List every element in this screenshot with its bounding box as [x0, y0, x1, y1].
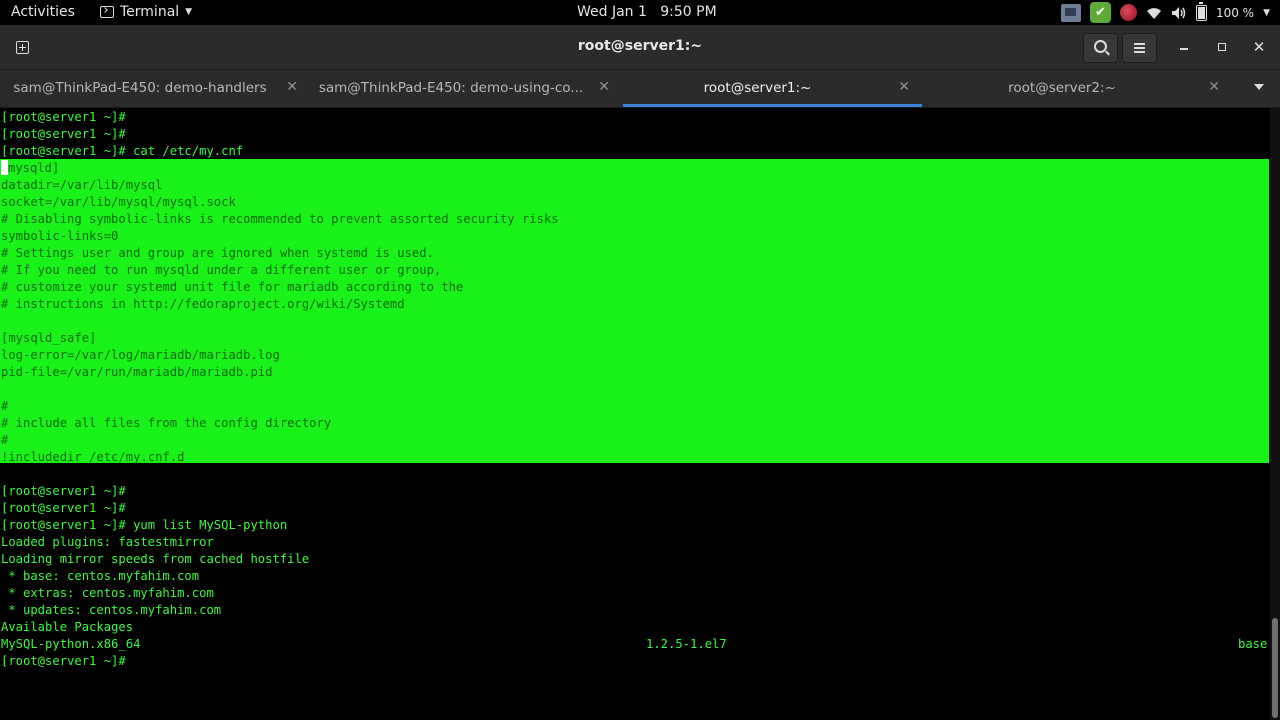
terminal-line: !includedir /etc/my.cnf.d [1, 450, 185, 464]
terminal-line: [root@server1 ~]# [1, 654, 126, 668]
terminal-line: [root@server1 ~]# [1, 110, 126, 124]
terminal-line: [mysqld_safe] [1, 331, 97, 345]
terminal-line: # If you need to run mysqld under a diff… [1, 263, 442, 277]
terminal-app-icon [100, 6, 114, 18]
terminal-line: symbolic-links=0 [1, 229, 119, 243]
package-version: 1.2.5-1.el7 [646, 637, 727, 651]
terminal-line: mysqld] [1, 160, 59, 177]
terminal-line: [root@server1 ~]# [1, 484, 126, 498]
text-cursor [1, 160, 8, 175]
tab-list-dropdown-icon[interactable] [1254, 84, 1264, 90]
terminal-line: datadir=/var/lib/mysql [1, 178, 163, 192]
terminal-line: [root@server1 ~]# [1, 127, 126, 141]
tab-root-server1[interactable]: root@server1:~ ✕ [623, 70, 922, 107]
app-menu-label: Terminal [120, 4, 180, 20]
terminal-line: Available Packages [1, 620, 134, 634]
terminal-line: MySQL-python.x86_64 [1, 636, 140, 653]
app-tray-icon[interactable] [1060, 3, 1081, 22]
terminal-line: [root@server1 ~]# cat /etc/my.cnf [1, 144, 244, 158]
close-icon[interactable]: ✕ [898, 79, 910, 95]
tab-bar: sam@ThinkPad-E450: demo-handlers ✕ sam@T… [0, 70, 1280, 108]
hamburger-icon [1134, 43, 1145, 53]
caret-down-icon: ▼ [185, 7, 193, 17]
tab-root-server2[interactable]: root@server2:~ ✕ [922, 70, 1232, 107]
gnome-top-bar: Activities Terminal ▼ Wed Jan 1 9:50 PM … [0, 0, 1280, 25]
close-icon[interactable]: ✕ [598, 79, 610, 95]
terminal-line: # Disabling symbolic-links is recommende… [1, 212, 559, 226]
close-icon[interactable]: ✕ [1208, 79, 1220, 95]
terminal-line: [root@server1 ~]# yum list MySQL-python [1, 518, 288, 532]
terminal-line: Loaded plugins: fastestmirror [1, 535, 214, 549]
maximize-button[interactable] [1211, 37, 1231, 57]
search-icon [1094, 40, 1107, 53]
hamburger-menu-button[interactable] [1122, 33, 1157, 63]
terminal-line: [root@server1 ~]# [1, 501, 126, 515]
volume-icon[interactable] [1171, 6, 1187, 20]
tab-label: root@server2:~ [1008, 80, 1116, 96]
tab-label: root@server1:~ [703, 80, 812, 96]
wifi-icon[interactable] [1146, 6, 1162, 20]
checkmark-tray-icon[interactable]: ✔ [1089, 2, 1111, 23]
terminal-line: * base: centos.myfahim.com [1, 569, 200, 583]
terminal-line: # customize your systemd unit file for m… [1, 280, 464, 294]
clock[interactable]: Wed Jan 1 9:50 PM [577, 4, 717, 20]
package-repo: base [1238, 637, 1268, 651]
terminal-line: # include all files from the config dire… [1, 416, 332, 430]
terminal-line: # [1, 399, 9, 413]
tab-label: sam@ThinkPad-E450: demo-handlers [13, 80, 267, 96]
package-name: MySQL-python.x86_64 [1, 637, 141, 651]
app-menu[interactable]: Terminal ▼ [100, 4, 192, 20]
chevron-down-icon[interactable]: ▼ [1263, 8, 1270, 18]
terminal-line: socket=/var/lib/mysql/mysql.sock [1, 195, 236, 209]
terminal-line: * extras: centos.myfahim.com [1, 586, 214, 600]
terminal-output[interactable]: [root@server1 ~]# [root@server1 ~]# [root@… [0, 108, 1269, 720]
terminal-line: pid-file=/var/run/mariadb/mariadb.pid [1, 365, 273, 379]
window-header-bar: root@server1:~ ✕ [0, 25, 1280, 70]
terminal-line: # [1, 433, 9, 447]
minimize-button[interactable] [1174, 37, 1194, 57]
close-window-button[interactable]: ✕ [1249, 37, 1269, 57]
tab-demo-using-co[interactable]: sam@ThinkPad-E450: demo-using-co... ✕ [310, 70, 622, 107]
system-tray: ✔ 100 % ▼ [1060, 1, 1270, 23]
terminal-line: # Settings user and group are ignored wh… [1, 246, 434, 260]
battery-icon[interactable] [1195, 1, 1207, 21]
tab-label: sam@ThinkPad-E450: demo-using-co... [318, 80, 584, 96]
battery-percentage[interactable]: 100 % [1216, 6, 1254, 20]
activities-button[interactable]: Activities [11, 4, 75, 20]
terminal-scrollbar[interactable] [1270, 108, 1280, 720]
terminal-line: * updates: centos.myfahim.com [1, 603, 222, 617]
scrollbar-thumb[interactable] [1272, 618, 1278, 718]
terminal-line: # instructions in http://fedoraproject.o… [1, 297, 405, 311]
search-button[interactable] [1083, 33, 1118, 63]
tab-demo-handlers[interactable]: sam@ThinkPad-E450: demo-handlers ✕ [0, 70, 310, 107]
record-tray-icon[interactable] [1119, 4, 1137, 21]
terminal-line-text: mysqld] [8, 161, 60, 175]
close-icon[interactable]: ✕ [286, 79, 298, 95]
terminal-line: Loading mirror speeds from cached hostfi… [1, 552, 310, 566]
terminal-line: log-error=/var/log/mariadb/mariadb.log [1, 348, 280, 362]
